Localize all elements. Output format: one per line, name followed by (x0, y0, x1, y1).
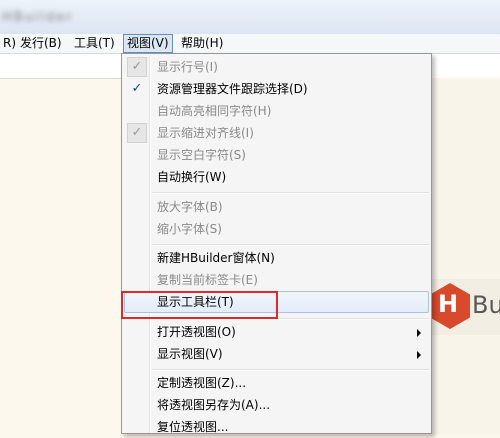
menu-item-label: 打开透视图(O) (157, 325, 236, 339)
check-icon: ✓ (131, 81, 143, 96)
menu-item-save-perspective-as[interactable]: 将透视图另存为(A)... (124, 394, 429, 416)
menu-item-label: 定制透视图(Z)... (157, 376, 247, 390)
menu-item-label: 复位透视图... (157, 420, 229, 434)
menubar-item-publish[interactable]: 发行(B) (17, 34, 65, 53)
highlight-annotation-box (121, 291, 278, 319)
menu-item-label: 自动高亮相同字符(H) (157, 104, 272, 118)
menubar-item-tools[interactable]: 工具(T) (71, 34, 118, 53)
menu-item-label: 显示行号(I) (157, 60, 218, 74)
menu-item-label: 将透视图另存为(A)... (157, 398, 271, 412)
menu-item-label: 放大字体(B) (157, 200, 223, 214)
menu-item-label: 显示空白字符(S) (157, 148, 246, 162)
menu-item-reset-perspective[interactable]: 复位透视图... (124, 416, 429, 438)
menu-item-word-wrap[interactable]: 自动换行(W) (124, 166, 429, 188)
check-icon: ✓ (127, 123, 147, 143)
menubar-item-view[interactable]: 视图(V) (123, 34, 173, 53)
menubar: R) 发行(B) 工具(T) 视图(V) 帮助(H) (0, 34, 500, 54)
check-icon: ✓ (127, 57, 147, 77)
menu-item-label: 缩小字体(S) (157, 222, 222, 236)
submenu-arrow-icon (417, 329, 421, 337)
menu-item-open-perspective[interactable]: 打开透视图(O) (124, 321, 429, 343)
hbuilder-logo: H Bui (432, 279, 500, 335)
menu-item-show-whitespace[interactable]: 显示空白字符(S) (124, 144, 429, 166)
window-title: HBuilder (2, 10, 74, 25)
menu-item-show-line-numbers[interactable]: ✓ 显示行号(I) (124, 56, 429, 78)
menu-item-label: 显示视图(V) (157, 347, 223, 361)
menu-item-customize-perspective[interactable]: 定制透视图(Z)... (124, 372, 429, 394)
menu-item-label: 复制当前标签卡(E) (157, 273, 258, 287)
view-menu-dropdown: ✓ 显示行号(I) ✓ 资源管理器文件跟踪选择(D) 自动高亮相同字符(H) ✓… (121, 53, 432, 434)
window-titlebar: HBuilder (0, 0, 500, 34)
menu-separator (152, 192, 429, 194)
menu-item-duplicate-tab[interactable]: 复制当前标签卡(E) (124, 269, 429, 291)
logo-text: Bui (472, 291, 500, 319)
editor-background (432, 78, 500, 434)
submenu-arrow-icon (417, 351, 421, 359)
menu-item-zoom-out[interactable]: 缩小字体(S) (124, 218, 429, 240)
menu-item-label: 资源管理器文件跟踪选择(D) (157, 82, 308, 96)
menu-item-show-indent-guides[interactable]: ✓ 显示缩进对齐线(I) (124, 122, 429, 144)
menu-item-zoom-in[interactable]: 放大字体(B) (124, 196, 429, 218)
menu-item-highlight-same-chars[interactable]: 自动高亮相同字符(H) (124, 100, 429, 122)
menu-item-show-view[interactable]: 显示视图(V) (124, 343, 429, 365)
menu-item-new-window[interactable]: 新建HBuilder窗体(N) (124, 247, 429, 269)
menu-separator (152, 369, 429, 371)
menu-item-label: 显示缩进对齐线(I) (157, 126, 254, 140)
menubar-item-help[interactable]: 帮助(H) (178, 34, 226, 53)
logo-letter: H (438, 290, 459, 318)
menu-item-label: 自动换行(W) (157, 170, 227, 184)
menu-item-explorer-track-selection[interactable]: ✓ 资源管理器文件跟踪选择(D) (124, 78, 429, 100)
menu-item-label: 新建HBuilder窗体(N) (157, 251, 275, 265)
menu-separator (152, 244, 429, 246)
